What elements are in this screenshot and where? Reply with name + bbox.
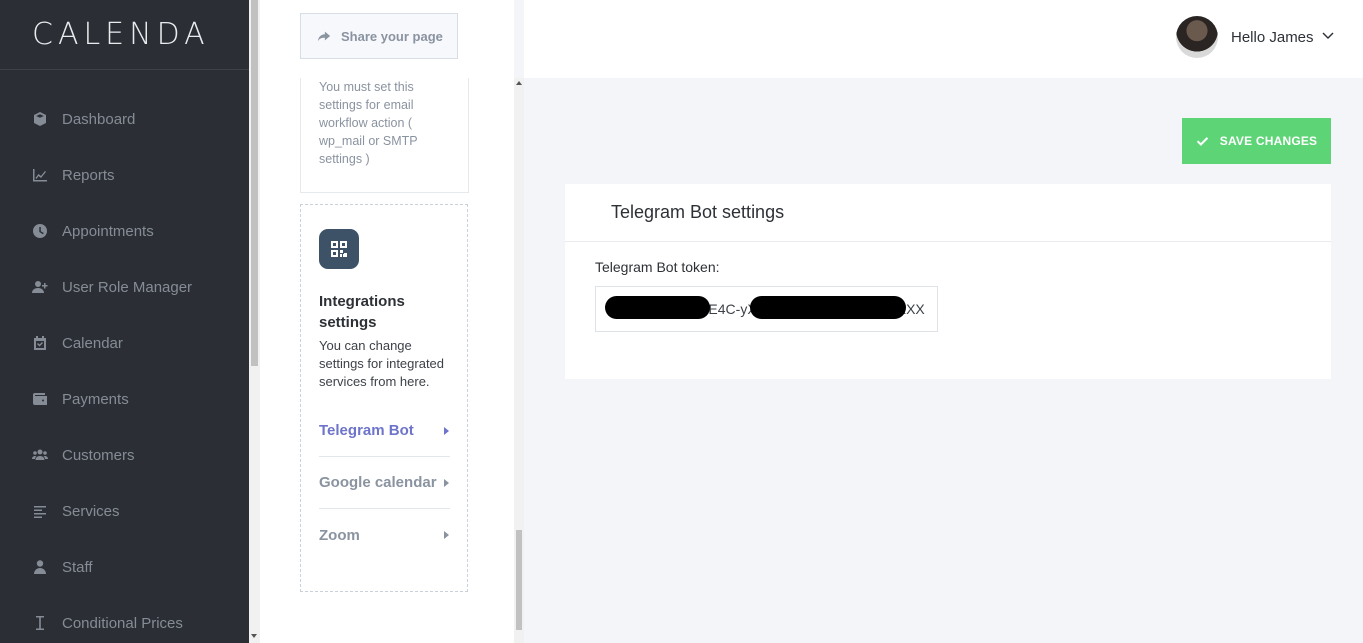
integrations-list: Telegram Bot Google calendar Zoom — [319, 405, 450, 561]
token-label: Telegram Bot token: — [595, 259, 720, 275]
sidebar-item-label: Conditional Prices — [62, 614, 183, 632]
chart-line-icon — [32, 167, 48, 183]
sidebar-item-calendar[interactable]: Calendar — [0, 323, 249, 363]
sidebar-item-label: Appointments — [62, 222, 154, 240]
i-cursor-icon — [32, 615, 48, 631]
user-menu[interactable]: Hello James — [1176, 16, 1334, 58]
caret-right-icon — [444, 478, 449, 487]
settings-nav-scrollbar-up-arrow[interactable] — [516, 81, 522, 85]
share-page-label: Share your page — [341, 28, 443, 44]
sidebar-item-customers[interactable]: Customers — [0, 435, 249, 475]
settings-nav-scrollbar-thumb[interactable] — [516, 530, 522, 630]
user-plus-icon — [32, 279, 48, 295]
clock-icon — [32, 223, 48, 239]
integrations-description: You can change settings for integrated s… — [319, 338, 445, 389]
cube-icon — [32, 111, 48, 127]
integration-item-telegram-bot[interactable]: Telegram Bot — [319, 405, 450, 457]
list-icon — [32, 503, 48, 519]
sidebar-item-dashboard[interactable]: Dashboard — [0, 99, 249, 139]
email-settings-card: You must set this settings for email wor… — [300, 78, 469, 193]
share-arrow-icon — [317, 31, 331, 42]
save-changes-label: SAVE CHANGES — [1219, 134, 1318, 148]
sidebar-item-user-role-manager[interactable]: User Role Manager — [0, 267, 249, 307]
card-title: Telegram Bot settings — [565, 184, 1331, 242]
logo[interactable]: CALENDA — [0, 0, 249, 70]
sidebar-item-label: Staff — [62, 558, 93, 576]
redaction-mark — [605, 296, 710, 319]
integration-item-label: Zoom — [319, 526, 360, 544]
check-icon — [1196, 136, 1208, 146]
share-page-button[interactable]: Share your page — [300, 13, 458, 59]
sidebar-item-label: Calendar — [62, 334, 123, 352]
sidebar-item-label: Reports — [62, 166, 115, 184]
email-settings-note: You must set this settings for email wor… — [319, 80, 418, 166]
telegram-settings-card: Telegram Bot settings Telegram Bot token… — [565, 184, 1331, 379]
settings-nav-scrollbar[interactable] — [514, 78, 524, 643]
caret-right-icon — [444, 531, 449, 539]
user-greeting: Hello James — [1231, 28, 1314, 46]
sidebar-item-reports[interactable]: Reports — [0, 155, 249, 195]
page-scrollbar-down-arrow[interactable] — [251, 634, 257, 638]
sidebar-item-appointments[interactable]: Appointments — [0, 211, 249, 251]
sidebar-item-staff[interactable]: Staff — [0, 547, 249, 587]
integrations-card: Integrations settings You can change set… — [300, 204, 468, 592]
sidebar-item-conditional-prices[interactable]: Conditional Prices — [0, 603, 249, 643]
page-scrollbar[interactable] — [249, 0, 260, 643]
redaction-mark — [750, 296, 906, 319]
caret-right-icon — [444, 426, 449, 435]
logo-text: CALENDA — [32, 17, 210, 52]
users-icon — [32, 447, 48, 463]
user-icon — [32, 559, 48, 575]
integration-item-google-calendar[interactable]: Google calendar — [319, 457, 450, 509]
sidebar: CALENDA Dashboard Reports Appointments U… — [0, 0, 249, 643]
sidebar-item-label: Payments — [62, 390, 129, 408]
integration-item-zoom[interactable]: Zoom — [319, 509, 450, 561]
integration-item-label: Google calendar — [319, 474, 437, 491]
chevron-down-icon[interactable] — [1322, 28, 1334, 46]
integration-item-label: Telegram Bot — [319, 422, 414, 439]
sidebar-item-label: Dashboard — [62, 110, 136, 128]
calendar-check-icon — [32, 335, 48, 351]
sidebar-item-label: Customers — [62, 446, 135, 464]
qr-code-icon — [319, 229, 359, 269]
sidebar-item-services[interactable]: Services — [0, 491, 249, 531]
integrations-title: Integrations settings — [319, 293, 405, 331]
save-changes-button[interactable]: SAVE CHANGES — [1182, 118, 1331, 164]
avatar[interactable] — [1176, 16, 1218, 58]
sidebar-item-payments[interactable]: Payments — [0, 379, 249, 419]
page-scrollbar-thumb[interactable] — [251, 0, 258, 366]
wallet-icon — [32, 391, 48, 407]
sidebar-item-label: User Role Manager — [62, 278, 193, 296]
sidebar-item-label: Services — [62, 502, 120, 520]
